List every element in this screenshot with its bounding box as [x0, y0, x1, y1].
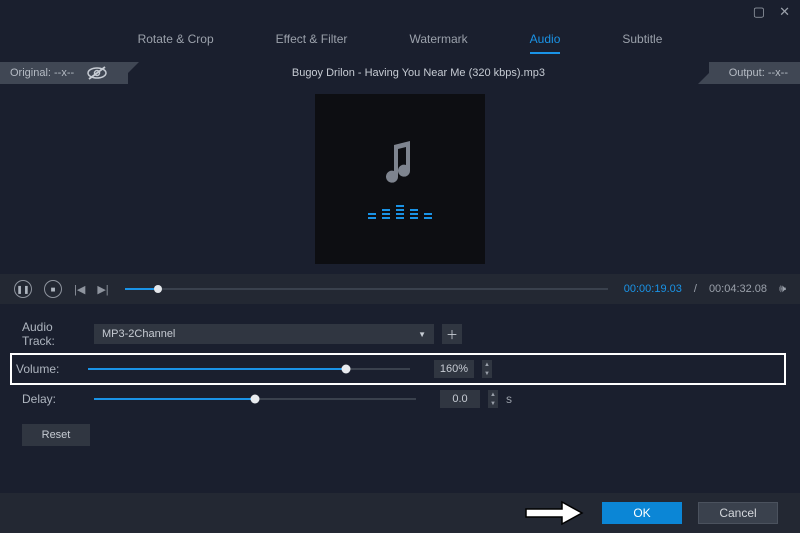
stepper-down-icon: ▼: [490, 401, 496, 407]
ok-button[interactable]: OK: [602, 502, 682, 524]
delay-unit: s: [506, 392, 512, 406]
pause-button[interactable]: ❚❚: [14, 280, 32, 298]
stepper-up-icon: ▲: [484, 362, 490, 368]
delay-value[interactable]: 0.0: [440, 390, 480, 408]
volume-stepper[interactable]: ▲ ▼: [482, 360, 492, 378]
prev-frame-button[interactable]: |◀: [74, 283, 85, 296]
editor-tabs: Rotate & Crop Effect & Filter Watermark …: [0, 24, 800, 62]
tab-audio[interactable]: Audio: [530, 32, 561, 54]
next-frame-button[interactable]: ▶|: [97, 283, 108, 296]
audio-track-select[interactable]: MP3-2Channel ▼: [94, 324, 434, 344]
time-current: 00:00:19.03: [624, 283, 682, 295]
time-separator: /: [694, 283, 697, 295]
stepper-down-icon: ▼: [484, 371, 490, 377]
preview-area: [0, 84, 800, 274]
audio-track-label: Audio Track:: [22, 320, 86, 348]
equalizer-icon: [368, 205, 432, 219]
audio-settings: Audio Track: MP3-2Channel ▼ ＋ Volume: 16…: [0, 304, 800, 446]
player-bar: ❚❚ ■ |◀ ▶| 00:00:19.03 / 00:04:32.08 🕪: [0, 274, 800, 304]
maximize-icon[interactable]: ▢: [753, 4, 765, 20]
output-dimensions: Output: --x--: [729, 67, 788, 79]
current-filename: Bugoy Drilon - Having You Near Me (320 k…: [128, 67, 709, 79]
info-output: Output: --x--: [709, 62, 800, 84]
info-original: Original: --x--: [0, 62, 128, 84]
cancel-button[interactable]: Cancel: [698, 502, 778, 524]
audio-track-row: Audio Track: MP3-2Channel ▼ ＋: [22, 320, 778, 348]
dialog-footer: OK Cancel: [0, 493, 800, 533]
original-dimensions: Original: --x--: [10, 67, 74, 79]
delay-stepper[interactable]: ▲ ▼: [488, 390, 498, 408]
stop-button[interactable]: ■: [44, 280, 62, 298]
time-total: 00:04:32.08: [709, 283, 767, 295]
delay-row: Delay: 0.0 ▲ ▼ s: [22, 390, 778, 408]
delay-label: Delay:: [22, 392, 86, 406]
music-note-icon: [380, 139, 420, 187]
reset-button[interactable]: Reset: [22, 424, 90, 446]
volume-slider[interactable]: [88, 368, 410, 370]
audio-artwork: [315, 94, 485, 264]
add-track-button[interactable]: ＋: [442, 324, 462, 344]
window-titlebar: ▢ ✕: [0, 0, 800, 24]
tab-rotate-crop[interactable]: Rotate & Crop: [138, 32, 214, 54]
chevron-down-icon: ▼: [418, 330, 426, 339]
volume-value[interactable]: 160%: [434, 360, 474, 378]
close-icon[interactable]: ✕: [779, 4, 790, 20]
stepper-up-icon: ▲: [490, 392, 496, 398]
delay-slider[interactable]: [94, 398, 416, 400]
tab-subtitle[interactable]: Subtitle: [622, 32, 662, 54]
preview-hidden-icon[interactable]: [86, 66, 108, 80]
tab-watermark[interactable]: Watermark: [409, 32, 467, 54]
audio-track-value: MP3-2Channel: [102, 328, 175, 340]
volume-icon[interactable]: 🕪: [779, 283, 786, 296]
volume-row: Volume: 160% ▲ ▼: [10, 353, 786, 385]
tab-effect-filter[interactable]: Effect & Filter: [276, 32, 348, 54]
timeline-slider[interactable]: [125, 288, 608, 290]
info-bar: Original: --x-- Bugoy Drilon - Having Yo…: [0, 62, 800, 84]
volume-label: Volume:: [16, 362, 80, 376]
